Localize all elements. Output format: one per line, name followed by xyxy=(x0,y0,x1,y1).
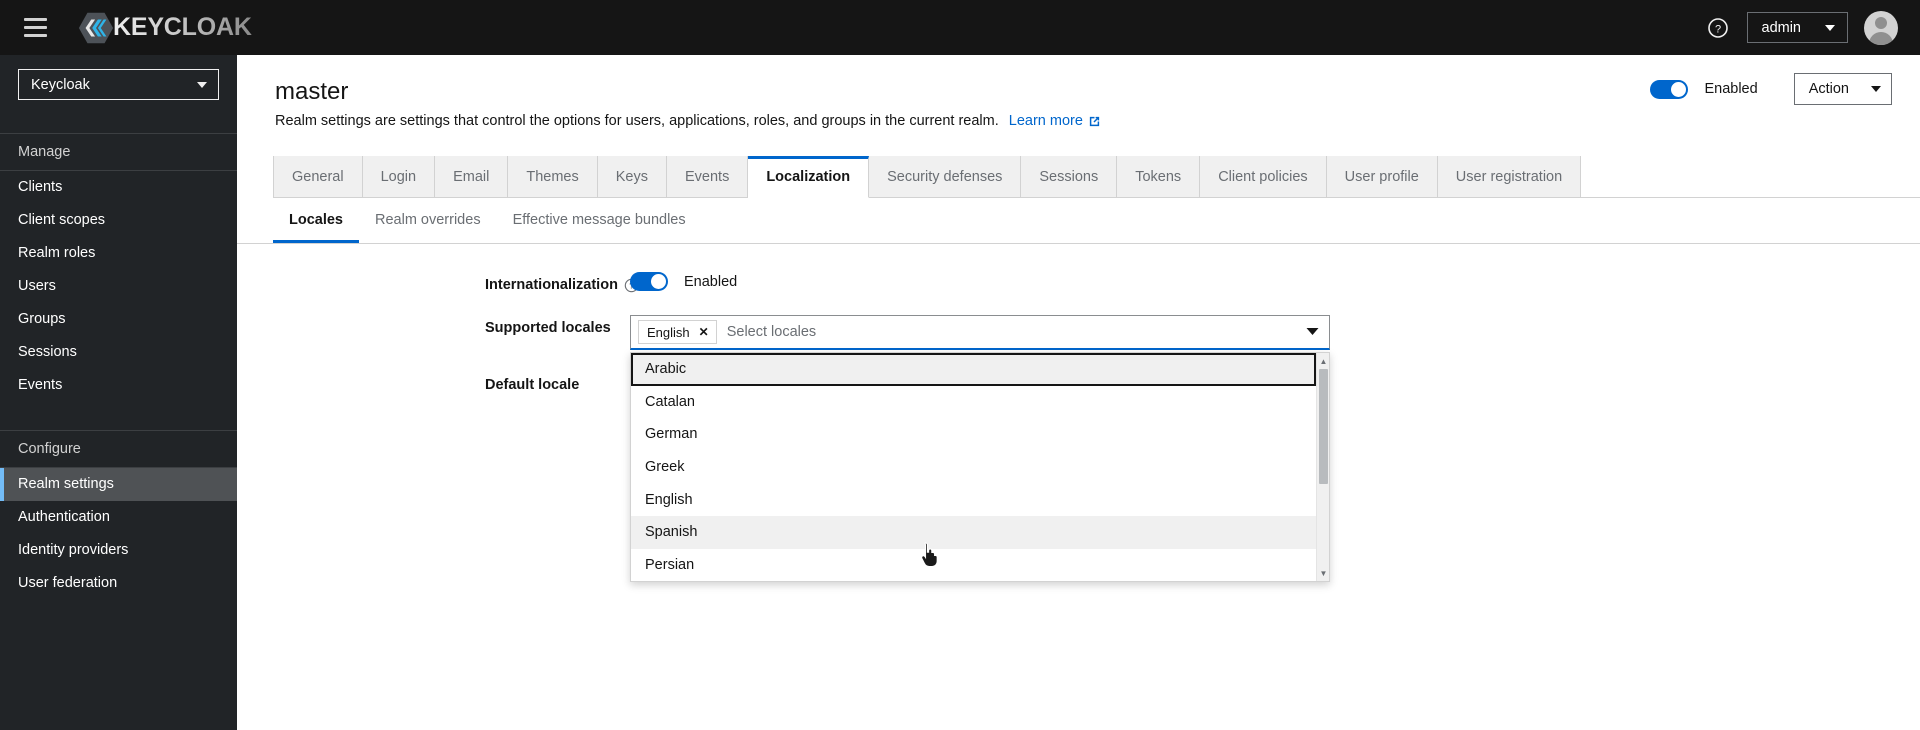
realm-enabled-label: Enabled xyxy=(1704,81,1758,97)
page-description: Realm settings are settings that control… xyxy=(275,113,1896,129)
action-label: Action xyxy=(1808,81,1849,97)
action-dropdown-button[interactable]: Action xyxy=(1793,73,1892,105)
supported-locales-control: English ✕ Select locales Arabic Catalan … xyxy=(630,315,1920,582)
dropdown-scrollbar-thumb[interactable] xyxy=(1319,369,1328,484)
realm-settings-tabs: General Login Email Themes Keys Events L… xyxy=(273,156,1920,198)
masthead-actions: ? admin xyxy=(1705,10,1898,45)
realm-selector[interactable]: Keycloak xyxy=(18,69,219,100)
page-header: master Realm settings are settings that … xyxy=(237,55,1920,129)
masthead: KEYCLOAK ? admin xyxy=(0,0,1920,55)
tab-events[interactable]: Events xyxy=(666,156,749,197)
locales-form: Internationalization ? Enabled Supported… xyxy=(237,244,1920,730)
sidebar-item-clients[interactable]: Clients xyxy=(0,171,237,204)
internationalization-label: Internationalization xyxy=(485,277,618,293)
sidebar: Keycloak Manage Clients Client scopes Re… xyxy=(0,55,237,730)
sidebar-item-user-federation[interactable]: User federation xyxy=(0,567,237,600)
tab-user-profile[interactable]: User profile xyxy=(1326,156,1438,197)
internationalization-toggle[interactable] xyxy=(630,272,668,291)
hamburger-bar xyxy=(23,34,47,37)
sidebar-item-groups[interactable]: Groups xyxy=(0,303,237,336)
sidebar-item-events[interactable]: Events xyxy=(0,369,237,402)
supported-locales-multiselect-wrap: English ✕ Select locales Arabic Catalan … xyxy=(630,315,1330,582)
nav-list-manage: Clients Client scopes Realm roles Users … xyxy=(0,171,237,402)
locale-option-spanish[interactable]: Spanish xyxy=(631,515,1316,549)
tab-keys[interactable]: Keys xyxy=(597,156,667,197)
tab-tokens[interactable]: Tokens xyxy=(1117,156,1201,197)
tab-general[interactable]: General xyxy=(273,156,363,197)
caret-down-icon[interactable]: ▼ xyxy=(1317,565,1329,581)
body-wrapper: Keycloak Manage Clients Client scopes Re… xyxy=(0,55,1920,730)
sidebar-item-realm-settings[interactable]: Realm settings xyxy=(0,468,237,501)
locale-option-persian[interactable]: Persian xyxy=(631,549,1316,581)
sidebar-item-sessions[interactable]: Sessions xyxy=(0,336,237,369)
internationalization-control: Enabled xyxy=(630,272,1920,291)
locale-chip-english[interactable]: English ✕ xyxy=(638,320,717,344)
main-content: master Realm settings are settings that … xyxy=(237,55,1920,730)
localization-subtabs: Locales Realm overrides Effective messag… xyxy=(237,198,1920,244)
sidebar-item-users[interactable]: Users xyxy=(0,270,237,303)
brand-name: KEYCLOAK xyxy=(113,13,252,41)
page-description-text: Realm settings are settings that control… xyxy=(275,113,999,129)
supported-locales-row: Supported locales English ✕ Select local… xyxy=(247,315,1920,582)
hamburger-menu-icon[interactable] xyxy=(12,0,58,55)
locales-dropdown-list: Arabic Catalan German Greek English Span… xyxy=(631,353,1316,581)
realm-enabled-toggle[interactable] xyxy=(1650,79,1689,99)
tab-login[interactable]: Login xyxy=(362,156,436,197)
sidebar-item-client-scopes[interactable]: Client scopes xyxy=(0,204,237,237)
realm-selector-value: Keycloak xyxy=(31,76,90,93)
nav-section-title-configure: Configure xyxy=(0,430,237,468)
avatar[interactable] xyxy=(1864,10,1898,45)
chip-label: English xyxy=(647,324,690,340)
tab-client-policies[interactable]: Client policies xyxy=(1200,156,1327,197)
chevron-down-icon xyxy=(1825,24,1835,31)
locale-option-catalan[interactable]: Catalan xyxy=(631,386,1316,419)
chevron-down-icon xyxy=(197,81,207,88)
tab-sessions[interactable]: Sessions xyxy=(1021,156,1118,197)
external-link-icon xyxy=(1089,116,1100,126)
tab-user-registration[interactable]: User registration xyxy=(1437,156,1582,197)
hamburger-bar xyxy=(23,26,47,29)
locale-option-english[interactable]: English xyxy=(631,483,1316,516)
internationalization-toggle-label: Enabled xyxy=(684,273,738,290)
brand-logo[interactable]: KEYCLOAK xyxy=(77,9,252,47)
hamburger-bar xyxy=(23,18,47,21)
nav-section-title-manage: Manage xyxy=(0,133,237,171)
tab-themes[interactable]: Themes xyxy=(508,156,598,197)
locales-dropdown-menu: Arabic Catalan German Greek English Span… xyxy=(630,352,1330,582)
locale-option-german[interactable]: German xyxy=(631,418,1316,451)
learn-more-link[interactable]: Learn more xyxy=(1009,113,1101,129)
locale-option-arabic[interactable]: Arabic xyxy=(631,353,1316,386)
subtab-realm-overrides[interactable]: Realm overrides xyxy=(359,198,497,243)
sidebar-item-identity-providers[interactable]: Identity providers xyxy=(0,534,237,567)
default-locale-label: Default locale xyxy=(485,377,580,393)
nav-list-configure: Realm settings Authentication Identity p… xyxy=(0,468,237,600)
chevron-down-icon xyxy=(1871,86,1881,92)
tab-security-defenses[interactable]: Security defenses xyxy=(869,156,1022,197)
svg-text:?: ? xyxy=(1714,23,1720,35)
user-name-label: admin xyxy=(1761,19,1802,36)
internationalization-label-group: Internationalization ? xyxy=(485,272,639,293)
keycloak-logo-icon xyxy=(78,12,114,43)
subtab-effective-message-bundles[interactable]: Effective message bundles xyxy=(497,198,702,243)
close-x-icon[interactable]: ✕ xyxy=(699,326,709,338)
internationalization-row: Internationalization ? Enabled xyxy=(247,272,1920,293)
caret-down-icon[interactable] xyxy=(1304,323,1321,341)
user-menu-button[interactable]: admin xyxy=(1746,12,1848,43)
caret-up-icon[interactable]: ▲ xyxy=(1317,353,1329,369)
help-circle-icon[interactable]: ? xyxy=(1705,15,1731,41)
sidebar-item-authentication[interactable]: Authentication xyxy=(0,501,237,534)
supported-locales-placeholder: Select locales xyxy=(726,324,817,340)
subtab-locales[interactable]: Locales xyxy=(273,198,359,243)
sidebar-item-realm-roles[interactable]: Realm roles xyxy=(0,237,237,270)
tab-email[interactable]: Email xyxy=(435,156,509,197)
supported-locales-label: Supported locales xyxy=(485,320,611,336)
tab-localization[interactable]: Localization xyxy=(748,156,870,198)
supported-locales-input[interactable]: English ✕ Select locales xyxy=(630,315,1330,350)
learn-more-label: Learn more xyxy=(1008,113,1083,129)
page-header-actions: Enabled Action xyxy=(1650,73,1892,105)
dropdown-scrollbar[interactable]: ▲ ▼ xyxy=(1316,353,1329,581)
locale-option-greek[interactable]: Greek xyxy=(631,451,1316,484)
